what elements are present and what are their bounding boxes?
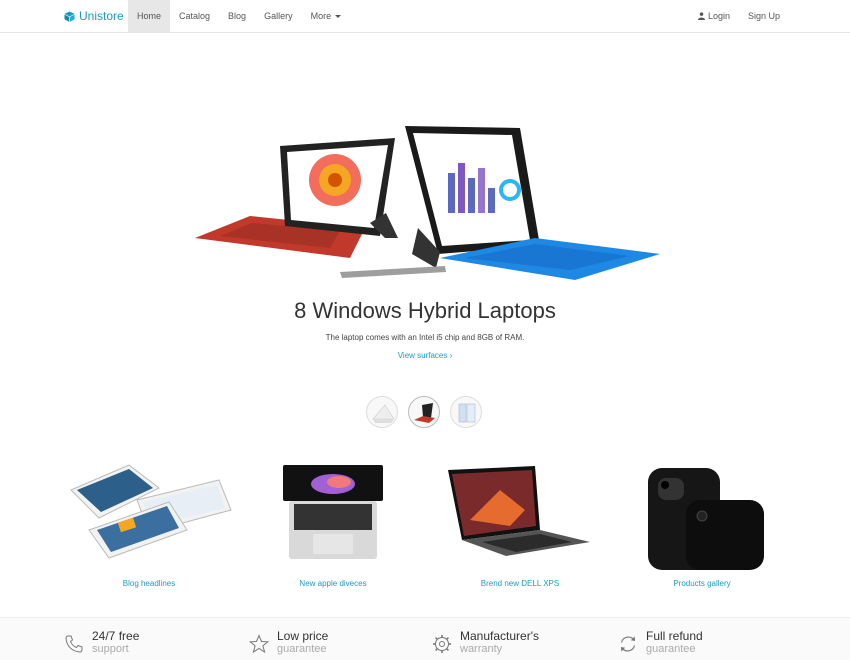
service-title: Low price (277, 629, 329, 643)
iphones-image (648, 468, 764, 570)
nav-gallery[interactable]: Gallery (255, 0, 302, 32)
star-icon (249, 634, 269, 654)
service-title: 24/7 free (92, 629, 140, 643)
slide-thumbnail-image (458, 403, 476, 423)
refresh-icon (620, 636, 636, 652)
services-bar: 24/7 free support Low price guarantee Ma… (0, 617, 850, 660)
macbook-image (283, 465, 383, 559)
login-label: Login (708, 11, 731, 21)
cube-icon (64, 10, 75, 22)
hero-title: 8 Windows Hybrid Laptops (294, 298, 556, 323)
feature-new-apple-devices[interactable]: New apple diveces (243, 460, 423, 592)
feature-caption: Brend new DELL XPS (480, 579, 560, 588)
service-price: Low price guarantee (249, 630, 328, 656)
hero-laptops-image (195, 126, 660, 280)
slide-thumbnail-image (414, 403, 435, 423)
view-surfaces-link[interactable]: View surfaces › (0, 351, 850, 360)
feature-blog-headlines[interactable]: Blog headlines (59, 460, 239, 592)
slide-thumbnail-image (372, 404, 395, 423)
signup-link[interactable]: Sign Up (739, 0, 789, 32)
brand-name: Unistore (79, 9, 124, 23)
carousel-thumb-1[interactable] (366, 396, 398, 428)
nav-blog[interactable]: Blog (219, 0, 255, 32)
carousel-indicators (366, 396, 486, 430)
navbar: Unistore Home Catalog Blog Gallery More … (0, 0, 850, 33)
service-subtitle: warranty (460, 643, 503, 655)
ipads-image (70, 464, 232, 559)
gear-icon (433, 635, 451, 653)
nav-home[interactable]: Home (128, 0, 171, 32)
nav-more-label: More (310, 11, 332, 21)
carousel-thumb-2[interactable] (408, 396, 440, 428)
user-icon (698, 12, 705, 20)
carousel-thumb-3[interactable] (450, 396, 482, 428)
service-support: 24/7 free support (64, 630, 139, 656)
feature-caption: Products gallery (673, 579, 731, 588)
main-nav: Home Catalog Blog Gallery More (128, 0, 350, 32)
nav-catalog[interactable]: Catalog (170, 0, 219, 32)
phone-icon (65, 635, 83, 653)
service-warranty: Manufacturer's warranty (432, 630, 539, 656)
service-refund: Full refund guarantee (618, 630, 703, 656)
hero-subtitle: The laptop comes with an Intel i5 chip a… (325, 333, 525, 342)
service-subtitle: support (92, 643, 129, 655)
account-nav: Login Sign Up (689, 0, 789, 32)
feature-caption: New apple diveces (299, 579, 367, 588)
caret-down-icon (335, 14, 342, 18)
nav-more-dropdown[interactable]: More (302, 0, 351, 32)
service-title: Manufacturer's (460, 629, 539, 643)
service-title: Full refund (646, 629, 703, 643)
feature-products-gallery[interactable]: Products gallery (612, 460, 792, 592)
feature-dell-xps[interactable]: Brend new DELL XPS (430, 460, 610, 592)
dell-laptop-image (448, 466, 590, 556)
feature-caption: Blog headlines (122, 579, 176, 588)
service-subtitle: guarantee (646, 643, 696, 655)
brand-logo[interactable]: Unistore (64, 0, 124, 32)
login-link[interactable]: Login (689, 0, 739, 32)
service-subtitle: guarantee (277, 643, 327, 655)
